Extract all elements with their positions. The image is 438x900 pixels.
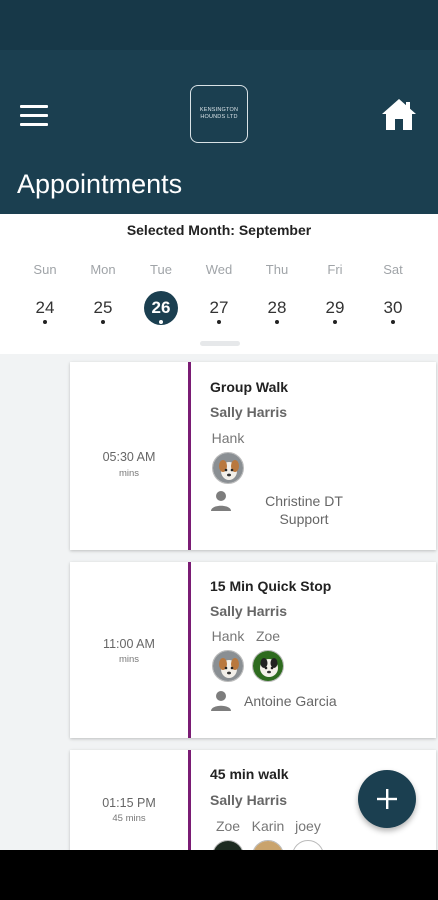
logo-text: KENSINGTON HOUNDS LTD <box>199 107 239 120</box>
staff-name: Antoine Garcia <box>244 693 337 709</box>
pet[interactable]: Zoe <box>250 628 286 682</box>
appointment-title: 15 Min Quick Stop <box>210 578 332 594</box>
date-cell-selected[interactable]: 26 <box>132 290 190 330</box>
person-icon <box>211 491 231 511</box>
pet-avatar <box>252 650 284 682</box>
appointment-title: Group Walk <box>210 379 289 395</box>
client-name: Sally Harris <box>210 404 288 420</box>
appointment-dot <box>275 320 279 324</box>
pet-name: joey <box>295 818 321 834</box>
date-cell[interactable]: 24 <box>16 290 74 330</box>
pet-avatar <box>292 840 324 850</box>
pets-row: Hank Zoe <box>210 628 290 682</box>
appointment-time: 01:15 PM <box>102 796 156 810</box>
pets-row: Hank <box>210 430 250 484</box>
system-navigation-bar <box>0 850 438 900</box>
pet[interactable]: joey <box>290 818 326 850</box>
day-name: Wed <box>205 262 233 277</box>
pet[interactable]: Hank <box>210 628 246 682</box>
appointment-card[interactable]: 05:30 AM mins Group Walk Sally Harris Ha… <box>70 362 436 550</box>
appointment-duration: 45 mins <box>112 813 146 824</box>
day-name: Sun <box>33 262 57 277</box>
card-divider <box>188 362 191 550</box>
pet[interactable]: Karin <box>250 818 286 850</box>
date-cell[interactable]: 29 <box>306 290 364 330</box>
pet-name: Hank <box>211 430 245 446</box>
date-cell[interactable]: 28 <box>248 290 306 330</box>
time-column: 01:15 PM 45 mins <box>70 750 188 850</box>
hamburger-menu-icon[interactable] <box>20 103 48 127</box>
appointment-dot <box>101 320 105 324</box>
pet-avatar <box>252 840 284 850</box>
appointment-time: 11:00 AM <box>103 637 155 651</box>
week-calendar: Selected Month: September Sun Mon Tue We… <box>0 214 438 354</box>
card-divider <box>188 562 191 738</box>
appointment-dot <box>43 320 47 324</box>
day-name: Tue <box>150 262 172 277</box>
appointment-dot <box>217 320 221 324</box>
appointment-dot <box>333 320 337 324</box>
pet-avatar <box>212 840 244 850</box>
client-name: Sally Harris <box>210 603 288 619</box>
date-cell[interactable]: 30 <box>364 290 422 330</box>
appointment-dot <box>159 320 163 324</box>
date-cell[interactable]: 27 <box>190 290 248 330</box>
person-icon <box>211 691 231 711</box>
staff-name: Christine DT Support <box>265 493 343 527</box>
home-icon[interactable] <box>380 96 418 134</box>
time-column: 05:30 AM mins <box>70 362 188 550</box>
card-divider <box>188 750 191 850</box>
appointment-card[interactable]: 11:00 AM mins 15 Min Quick Stop Sally Ha… <box>70 562 436 738</box>
status-bar <box>0 0 438 50</box>
pet-name: Zoe <box>255 628 281 644</box>
day-names-row: Sun Mon Tue Wed Thu Fri Sat <box>16 262 422 277</box>
add-appointment-button[interactable] <box>358 770 416 828</box>
pet-avatar <box>212 650 244 682</box>
appointment-time: 05:30 AM <box>102 450 156 464</box>
day-name: Fri <box>327 262 343 277</box>
appointment-dot <box>391 320 395 324</box>
appointment-duration: mins <box>118 654 140 665</box>
calendar-drag-handle[interactable] <box>200 341 240 346</box>
pet-name: Hank <box>211 628 245 644</box>
time-column: 11:00 AM mins <box>70 562 188 738</box>
page-title: Appointments <box>17 169 183 199</box>
appointment-duration: mins <box>118 468 140 479</box>
pet-name: Karin <box>251 818 285 834</box>
date-cell[interactable]: 25 <box>74 290 132 330</box>
pets-row: Zoe Karin joey <box>210 818 330 850</box>
pet-name: Zoe <box>215 818 241 834</box>
pet[interactable]: Hank <box>210 430 246 484</box>
client-name: Sally Harris <box>210 792 288 808</box>
pet-avatar <box>212 452 244 484</box>
day-name: Sat <box>383 262 403 277</box>
day-name: Mon <box>90 262 116 277</box>
day-name: Thu <box>265 262 289 277</box>
appointment-title: 45 min walk <box>210 766 289 782</box>
company-logo: KENSINGTON HOUNDS LTD <box>190 85 248 143</box>
dates-row: 24 25 26 27 28 29 30 <box>16 290 422 330</box>
selected-month-label: Selected Month: September <box>126 222 312 238</box>
plus-icon <box>377 789 397 809</box>
pet[interactable]: Zoe <box>210 818 246 850</box>
